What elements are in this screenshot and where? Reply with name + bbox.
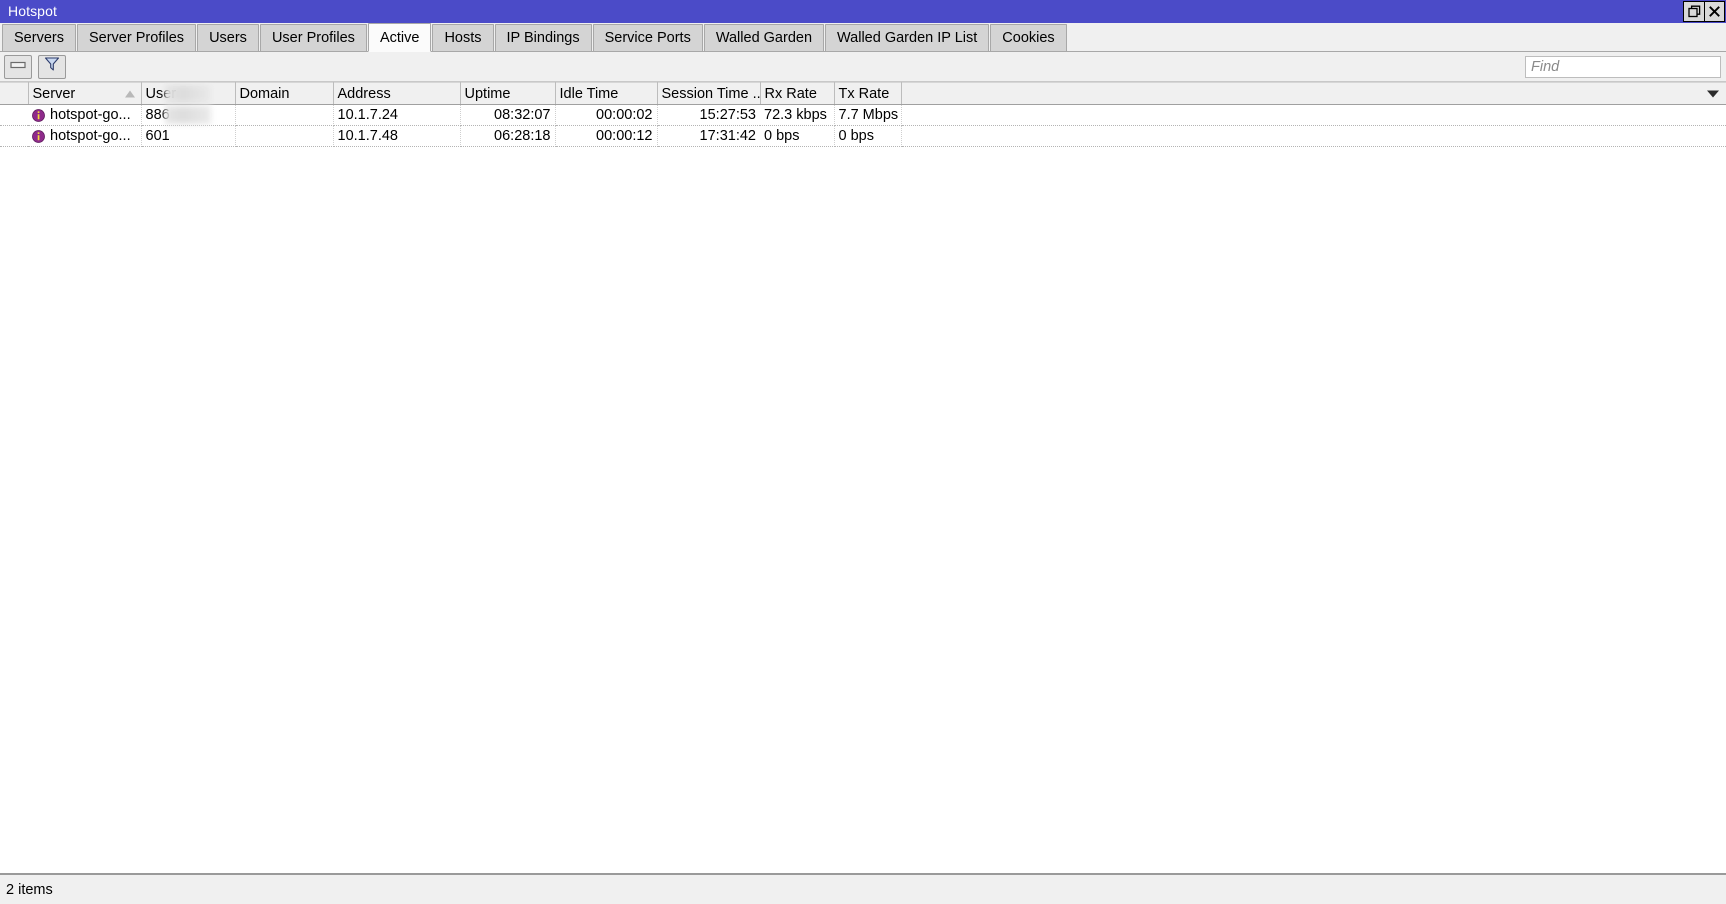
table-header-row: Server User Domain Address Uptime Idle T… bbox=[0, 82, 1726, 105]
tab-cookies[interactable]: Cookies bbox=[990, 24, 1067, 51]
column-header-uptime[interactable]: Uptime bbox=[460, 82, 556, 105]
hotspot-window: Hotspot Servers Server Profiles Users Us… bbox=[0, 0, 1726, 904]
column-header-filler[interactable] bbox=[901, 82, 1726, 105]
cell-user: 886 bbox=[141, 104, 236, 126]
cell-tx-rate: 7.7 Mbps bbox=[834, 104, 902, 126]
table-header: Server User Domain Address Uptime Idle T… bbox=[0, 82, 1726, 105]
cell-domain bbox=[235, 125, 334, 147]
tab-server-profiles[interactable]: Server Profiles bbox=[76, 24, 197, 51]
column-header-domain[interactable]: Domain bbox=[235, 82, 334, 105]
cell-server: hotspot-go... bbox=[28, 125, 142, 147]
chevron-down-icon[interactable] bbox=[1707, 90, 1719, 97]
restore-icon bbox=[1687, 5, 1701, 18]
column-header-idle-time[interactable]: Idle Time bbox=[555, 82, 658, 105]
status-bar: 2 items bbox=[0, 874, 1726, 904]
column-header-session-time[interactable]: Session Time ... bbox=[657, 82, 761, 105]
cell-idle-time: 00:00:12 bbox=[555, 125, 658, 147]
table-body: hotspot-go... 886 10.1.7.24 08:32:07 00:… bbox=[0, 104, 1726, 147]
cell-server-label: hotspot-go... bbox=[50, 107, 131, 123]
cell-flag bbox=[0, 104, 28, 126]
cell-session-time: 15:27:53 bbox=[657, 104, 760, 126]
tab-walled-garden-ip-list[interactable]: Walled Garden IP List bbox=[825, 24, 990, 51]
column-header-address[interactable]: Address bbox=[333, 82, 461, 105]
item-count-label: 2 items bbox=[6, 881, 53, 898]
cell-rx-rate: 0 bps bbox=[760, 125, 835, 147]
minus-icon bbox=[9, 58, 27, 76]
tab-users[interactable]: Users bbox=[197, 24, 259, 51]
tab-servers[interactable]: Servers bbox=[2, 24, 76, 51]
info-icon bbox=[32, 129, 45, 143]
cell-idle-time: 00:00:02 bbox=[555, 104, 658, 126]
info-icon bbox=[32, 108, 45, 122]
column-header-server[interactable]: Server bbox=[28, 82, 142, 105]
restore-button[interactable] bbox=[1683, 1, 1704, 22]
cell-flag bbox=[0, 125, 28, 147]
cell-server: hotspot-go... bbox=[28, 104, 142, 126]
cell-rx-rate: 72.3 kbps bbox=[760, 104, 835, 126]
sort-ascending-icon bbox=[124, 90, 135, 97]
tab-active[interactable]: Active bbox=[367, 23, 432, 52]
window-controls bbox=[1683, 0, 1726, 23]
column-header-flag[interactable] bbox=[0, 82, 29, 105]
active-sessions-table-container: Server User Domain Address Uptime Idle T… bbox=[0, 82, 1726, 874]
title-bar: Hotspot bbox=[0, 0, 1726, 23]
active-sessions-table: Server User Domain Address Uptime Idle T… bbox=[0, 82, 1726, 147]
filter-button[interactable] bbox=[38, 54, 66, 79]
remove-button[interactable] bbox=[4, 54, 32, 79]
cell-filler bbox=[901, 125, 1726, 147]
cell-filler bbox=[901, 104, 1726, 126]
tab-hosts[interactable]: Hosts bbox=[432, 24, 494, 51]
cell-user: 601 bbox=[141, 125, 236, 147]
cell-uptime: 06:28:18 bbox=[460, 125, 556, 147]
table-row[interactable]: hotspot-go... 886 10.1.7.24 08:32:07 00:… bbox=[0, 104, 1726, 126]
tab-ip-bindings[interactable]: IP Bindings bbox=[494, 24, 592, 51]
close-button[interactable] bbox=[1704, 1, 1725, 22]
find-input[interactable] bbox=[1525, 55, 1721, 78]
table-row[interactable]: hotspot-go... 601 10.1.7.48 06:28:18 00:… bbox=[0, 125, 1726, 147]
tab-user-profiles[interactable]: User Profiles bbox=[259, 24, 367, 51]
cell-session-time: 17:31:42 bbox=[657, 125, 760, 147]
column-header-server-label: Server bbox=[32, 85, 76, 102]
tab-bar: Servers Server Profiles Users User Profi… bbox=[0, 23, 1726, 52]
tab-walled-garden[interactable]: Walled Garden bbox=[703, 24, 825, 51]
cell-domain bbox=[235, 104, 334, 126]
filter-icon bbox=[44, 56, 60, 77]
column-header-user[interactable]: User bbox=[141, 82, 236, 105]
cell-address: 10.1.7.48 bbox=[333, 125, 461, 147]
cell-tx-rate: 0 bps bbox=[834, 125, 902, 147]
tab-service-ports[interactable]: Service Ports bbox=[592, 24, 703, 51]
close-icon bbox=[1708, 5, 1721, 18]
cell-address: 10.1.7.24 bbox=[333, 104, 461, 126]
column-header-tx-rate[interactable]: Tx Rate bbox=[834, 82, 902, 105]
cell-uptime: 08:32:07 bbox=[460, 104, 556, 126]
column-header-rx-rate[interactable]: Rx Rate bbox=[760, 82, 835, 105]
toolbar bbox=[0, 52, 1726, 82]
cell-server-label: hotspot-go... bbox=[50, 128, 131, 144]
window-title: Hotspot bbox=[8, 3, 57, 19]
